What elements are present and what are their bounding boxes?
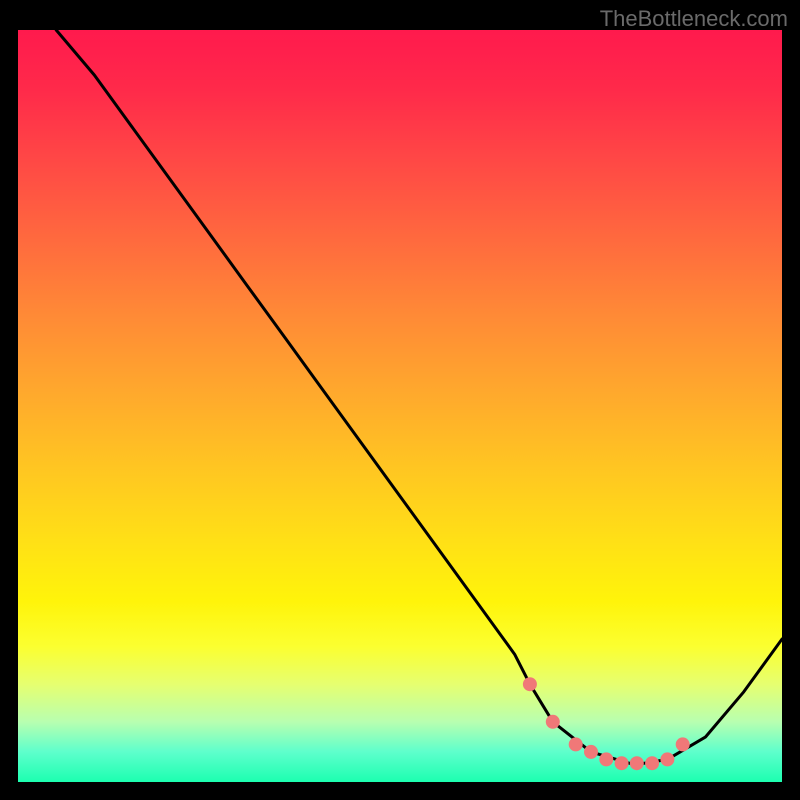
marker-dot: [599, 752, 613, 766]
marker-dot: [569, 737, 583, 751]
watermark-text: TheBottleneck.com: [600, 6, 788, 32]
marker-dot: [584, 745, 598, 759]
marker-dot: [676, 737, 690, 751]
marker-dot: [630, 756, 644, 770]
marker-dot: [523, 677, 537, 691]
marker-dots-group: [523, 677, 690, 770]
marker-dot: [615, 756, 629, 770]
bottleneck-curve-line: [56, 30, 782, 763]
marker-dot: [546, 715, 560, 729]
chart-svg: [18, 30, 782, 782]
chart-gradient-area: [18, 30, 782, 782]
marker-dot: [660, 752, 674, 766]
marker-dot: [645, 756, 659, 770]
